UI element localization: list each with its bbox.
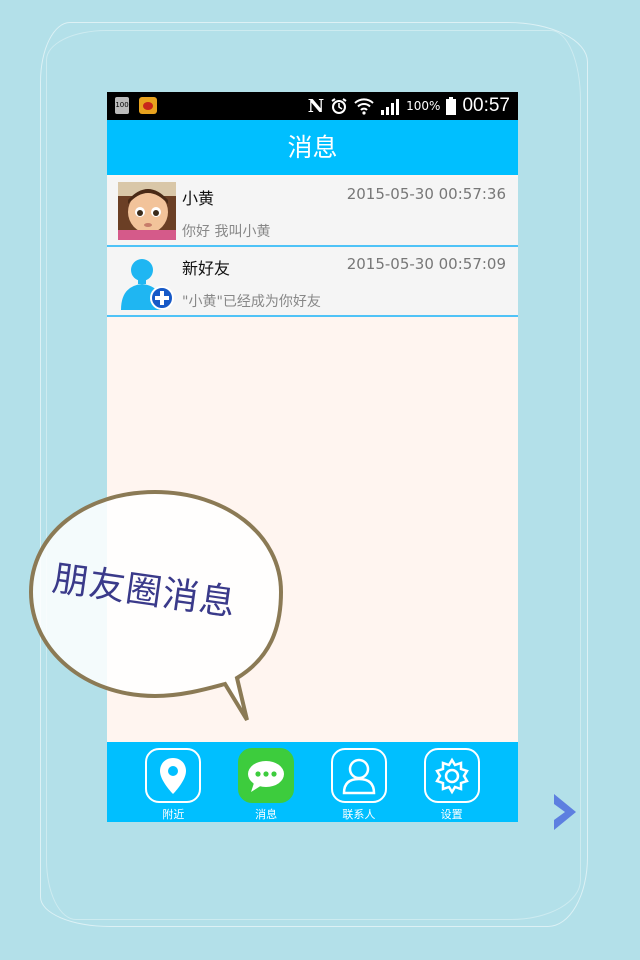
bottom-tab-bar: 附近 消息 联系人 设置 — [107, 742, 518, 822]
message-row[interactable]: 小黄 2015-05-30 00:57:36 你好 我叫小黄 — [107, 177, 518, 247]
contact-person-icon — [330, 748, 387, 803]
wifi-icon — [354, 97, 374, 115]
tab-label: 附近 — [162, 808, 185, 821]
message-preview: 你好 我叫小黄 — [182, 224, 271, 240]
signal-icon — [380, 97, 400, 115]
location-pin-icon — [145, 748, 202, 803]
contact-name: 新好友 — [182, 259, 231, 278]
next-arrow-icon[interactable] — [548, 790, 582, 834]
tab-label: 消息 — [255, 808, 278, 821]
page: 100 N 100% 00:57 消息 小黄 2015-05-30 00:57:… — [0, 0, 640, 960]
add-friend-avatar — [118, 252, 176, 310]
clock: 00:57 — [462, 95, 510, 116]
tab-label: 联系人 — [342, 808, 376, 821]
battery-percent: 100% — [406, 99, 441, 113]
cartoon-avatar — [118, 182, 176, 240]
tab-settings[interactable]: 设置 — [422, 742, 482, 822]
message-preview: "小黄"已经成为你好友 — [182, 294, 321, 310]
page-title: 消息 — [107, 120, 518, 175]
weibo-icon — [139, 97, 157, 114]
tab-contacts[interactable]: 联系人 — [329, 742, 389, 822]
message-time: 2015-05-30 00:57:36 — [346, 185, 506, 203]
tab-label: 设置 — [440, 808, 463, 821]
message-list: 小黄 2015-05-30 00:57:36 你好 我叫小黄 新好友 2015-… — [107, 177, 518, 317]
message-time: 2015-05-30 00:57:09 — [346, 255, 506, 273]
contact-name: 小黄 — [182, 189, 215, 208]
battery-icon — [446, 97, 457, 115]
chat-bubble-icon — [238, 748, 295, 803]
tab-nearby[interactable]: 附近 — [143, 742, 203, 822]
status-bar: 100 N 100% 00:57 — [107, 92, 518, 120]
tab-messages[interactable]: 消息 — [236, 742, 296, 822]
alarm-icon — [330, 97, 348, 115]
message-row[interactable]: 新好友 2015-05-30 00:57:09 "小黄"已经成为你好友 — [107, 247, 518, 317]
gear-icon — [423, 748, 480, 803]
notification-badge-icon: 100 — [115, 97, 129, 114]
nfc-icon: N — [307, 95, 325, 117]
